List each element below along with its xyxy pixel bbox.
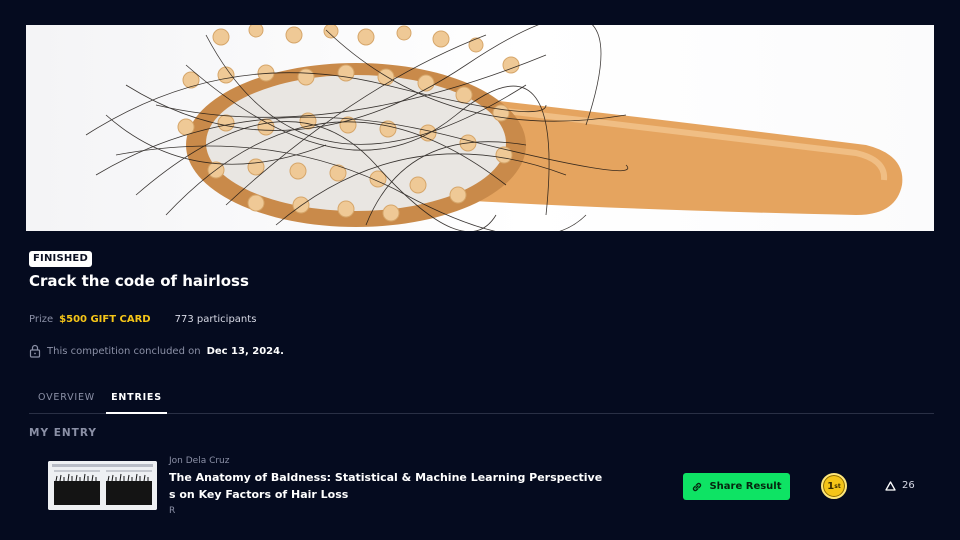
rank-number: 1 (827, 480, 835, 492)
share-result-label: Share Result (709, 481, 782, 492)
share-result-button[interactable]: Share Result (683, 473, 790, 500)
status-badge: FINISHED (29, 251, 92, 267)
participants-count: 773 participants (174, 313, 257, 325)
prize-row: Prize $500 GIFT CARD 773 participants (29, 312, 256, 326)
tab-bar: OVERVIEW ENTRIES (29, 388, 934, 414)
lock-icon (29, 344, 41, 358)
closed-date: Dec 13, 2024. (206, 345, 284, 357)
hero-image (26, 25, 934, 231)
entry-thumbnail[interactable] (48, 461, 157, 510)
vote-count: 26 (902, 480, 915, 491)
prize-value: $500 GIFT CARD (59, 313, 151, 325)
prize-label: Prize (29, 313, 54, 325)
medal-icon: 1st (821, 473, 847, 499)
link-icon (693, 482, 702, 491)
closed-notice: This competition concluded on Dec 13, 20… (29, 344, 284, 358)
upvote-button[interactable]: 26 (885, 480, 915, 491)
rank-suffix: st (834, 482, 841, 490)
tab-entries[interactable]: ENTRIES (106, 388, 167, 414)
closed-text: This competition concluded on (47, 345, 201, 357)
page-title: Crack the code of hairloss (29, 272, 249, 290)
entry-title[interactable]: The Anatomy of Baldness: Statistical & M… (169, 469, 605, 503)
my-entry-heading: MY ENTRY (29, 427, 97, 439)
tab-overview[interactable]: OVERVIEW (38, 388, 95, 414)
upvote-triangle-icon (885, 480, 896, 491)
hairbrush-illustration (85, 25, 903, 231)
entry-author[interactable]: Jon Dela Cruz (169, 456, 229, 466)
entry-language: R (169, 506, 176, 516)
